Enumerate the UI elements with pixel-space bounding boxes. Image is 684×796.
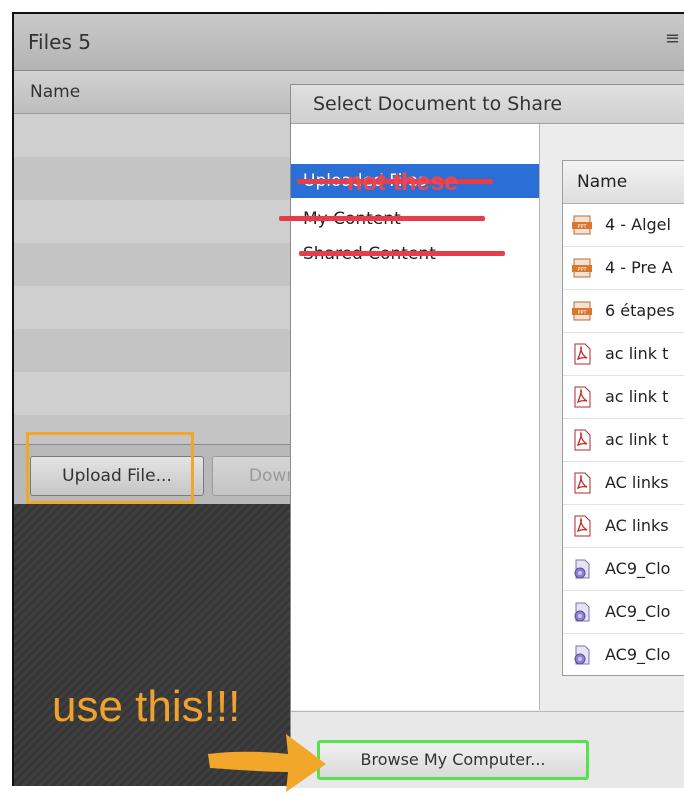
pdf-icon — [571, 343, 593, 365]
pdf-icon — [571, 472, 593, 494]
document-name: AC links — [605, 516, 669, 535]
browse-my-computer-button[interactable]: Browse My Computer... — [317, 740, 589, 780]
document-row[interactable]: PPT 4 - Pre A — [563, 247, 684, 290]
document-name-column-label: Name — [577, 172, 628, 192]
ppt-icon: PPT — [571, 257, 593, 279]
document-list-panel: Name PPT 4 - Algel PPT 4 - Pre A PPT 6 étapes… — [540, 124, 684, 710]
document-name: ac link t — [605, 430, 669, 449]
source-nav-panel: Uploaded Files My Content Shared Content… — [279, 124, 540, 710]
ppt-icon: PPT — [571, 214, 593, 236]
document-name: ac link t — [605, 387, 669, 406]
document-name: AC links — [605, 473, 669, 492]
document-name: 6 étapes — [605, 301, 675, 320]
document-row[interactable]: ac link t — [563, 419, 684, 462]
document-row[interactable]: AC links — [563, 462, 684, 505]
not-these-annotation: not these — [347, 168, 459, 196]
document-name-column-header[interactable]: Name — [563, 161, 684, 204]
pdf-icon — [571, 429, 593, 451]
strike-through-mark — [279, 216, 485, 221]
name-column-label: Name — [30, 82, 81, 102]
document-name: AC9_Clo — [605, 559, 671, 578]
pod-menu-icon[interactable]: ≡ — [665, 28, 680, 49]
pod-header: Files 5 ≡ — [14, 14, 684, 71]
swf-icon — [571, 644, 593, 666]
document-row[interactable]: ac link t — [563, 333, 684, 376]
document-row[interactable]: PPT 4 - Algel — [563, 204, 684, 247]
swf-icon — [571, 558, 593, 580]
document-name: ac link t — [605, 344, 669, 363]
dialog-footer: Browse My Computer... — [291, 711, 684, 788]
document-row[interactable]: ac link t — [563, 376, 684, 419]
app-frame: Files 5 ≡ Name Upload File... Down Selec… — [12, 12, 684, 792]
document-table: Name PPT 4 - Algel PPT 4 - Pre A PPT 6 étapes… — [562, 160, 684, 676]
document-row[interactable]: PPT 6 étapes — [563, 290, 684, 333]
svg-text:PPT: PPT — [577, 224, 587, 230]
document-name: AC9_Clo — [605, 645, 671, 664]
ppt-icon: PPT — [571, 300, 593, 322]
swf-icon — [571, 601, 593, 623]
svg-text:PPT: PPT — [577, 267, 587, 273]
arrow-icon — [208, 734, 326, 792]
document-name: AC9_Clo — [605, 602, 671, 621]
select-document-dialog: Select Document to Share Uploaded Files … — [279, 84, 684, 788]
document-row[interactable]: AC9_Clo — [563, 591, 684, 634]
pdf-icon — [571, 386, 593, 408]
document-name: 4 - Pre A — [605, 258, 673, 277]
pdf-icon — [571, 515, 593, 537]
pod-title: Files 5 — [28, 30, 91, 54]
dialog-title-bar: Select Document to Share — [291, 85, 684, 124]
dialog-title: Select Document to Share — [313, 93, 563, 115]
document-row[interactable]: AC9_Clo — [563, 634, 684, 675]
use-this-annotation: use this!!! — [52, 682, 241, 731]
document-name: 4 - Algel — [605, 215, 671, 234]
svg-text:PPT: PPT — [577, 310, 587, 316]
upload-highlight-box — [26, 432, 194, 504]
document-row[interactable]: AC9_Clo — [563, 548, 684, 591]
strike-through-mark — [299, 251, 505, 256]
document-row[interactable]: AC links — [563, 505, 684, 548]
